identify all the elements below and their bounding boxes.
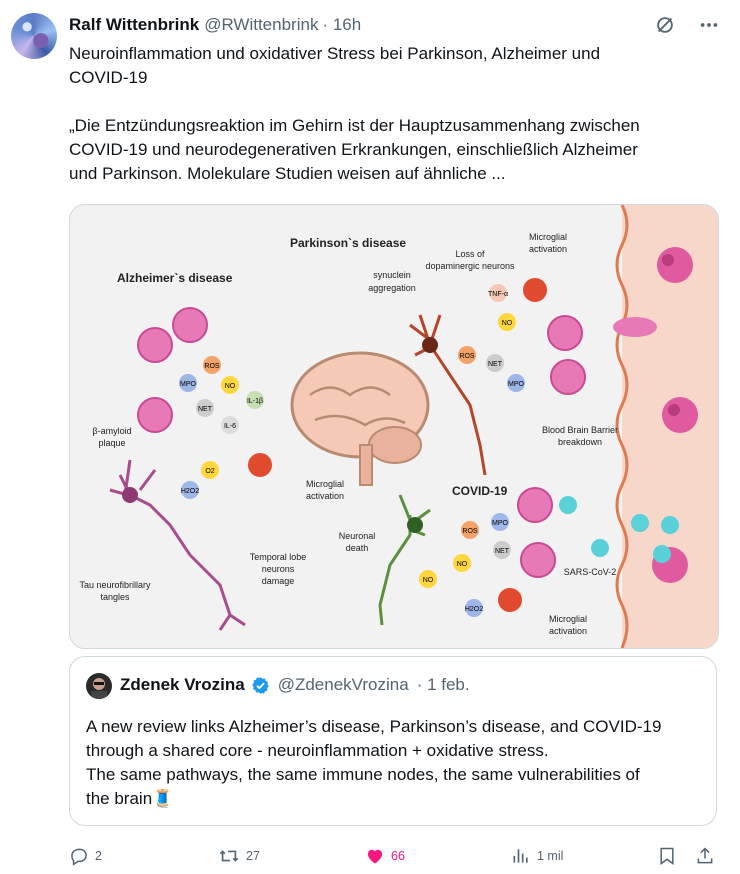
like-button[interactable]: 66 [365,842,405,870]
repost-count: 27 [246,849,260,863]
action-bar: 2 27 66 1 mil [69,842,717,870]
net-label: NET [495,548,510,555]
h2o2-label: H2O2 [181,488,199,495]
quoted-author-name: Zdenek Vrozina [120,675,245,694]
quoted-time: · 1 feb. [416,675,470,694]
loss-label-2: dopaminergic neurons [425,261,515,271]
reply-count: 2 [95,849,102,863]
quoted-text: A new review links Alzheimer’s disease, … [86,717,662,808]
neuronal-death-label-1: Neuronal [339,531,376,541]
neuronal-death-label-2: death [346,543,369,553]
temporal-lobe-label-2: neurons [262,564,295,574]
reply-button[interactable]: 2 [69,842,102,870]
temporal-lobe-label-1: Temporal lobe [250,552,307,562]
more-icon[interactable] [698,14,720,36]
covid-label: COVID-19 [452,484,508,498]
microglial-label-1: Microglial [549,614,587,624]
tweet-header: Ralf Wittenbrink @RWittenbrink · 16h [69,14,720,36]
mpo-label: MPO [492,520,509,527]
tweet-image[interactable]: ROS MPO NO NET IL-1β IL-6 O2 H2O2 TNF-α … [69,204,719,649]
tnf-label: TNF-α [488,291,508,298]
alzheimers-label: Alzheimer`s disease [117,271,233,285]
author-handle[interactable]: @RWittenbrink [204,15,318,35]
views-button[interactable]: 1 mil [511,842,563,870]
like-icon [367,849,383,864]
microglial-label-1: Microglial [306,479,344,489]
tweet-text: Neuroinflammation und oxidativer Stress … [69,44,640,183]
no-label: NO [423,577,434,584]
views-icon [513,849,528,863]
h2o2-label: H2O2 [465,606,483,613]
tau-label-2: tangles [100,592,130,602]
synuclein-label: synuclein [373,270,411,280]
share-icon [697,847,713,864]
ros-label: ROS [204,363,220,370]
repost-icon [219,850,239,862]
microglial-label-2: activation [549,626,587,636]
quoted-tweet[interactable]: Zdenek Vrozina @ZdenekVrozina · 1 feb. A… [69,656,717,826]
net-label: NET [198,406,213,413]
views-count: 1 mil [537,849,564,863]
bookmark-icon [660,847,674,865]
avatar[interactable] [11,13,57,59]
no-label: NO [457,561,468,568]
mpo-label: MPO [180,381,197,388]
beta-amyloid-label-2: plaque [98,438,125,448]
ros-label: ROS [462,528,478,535]
bookmark-button[interactable] [657,842,677,870]
beta-amyloid-label-1: β-amyloid [92,426,131,436]
no-label: NO [502,320,513,327]
aggregation-label: aggregation [368,283,416,293]
author-name[interactable]: Ralf Wittenbrink [69,15,199,35]
o2-label: O2 [205,468,214,475]
microglial-label-1: Microglial [529,232,567,242]
neuroinflammation-diagram: ROS MPO NO NET IL-1β IL-6 O2 H2O2 TNF-α … [70,205,718,648]
grok-icon[interactable] [654,14,676,36]
bbb-label-1: Blood Brain Barrier [542,425,618,435]
like-count: 66 [391,849,405,863]
repost-button[interactable]: 27 [218,842,260,870]
quoted-handle: @ZdenekVrozina [277,675,409,694]
il1b-label: IL-1β [247,398,263,405]
tau-label-1: Tau neurofibrillary [79,580,151,590]
mpo-label: MPO [508,381,525,388]
il6-label: IL-6 [224,423,236,430]
bbb-label-2: breakdown [558,437,602,447]
microglial-label-2: activation [529,244,567,254]
tweet-time[interactable]: · 16h [322,15,361,35]
no-label: NO [225,383,236,390]
quoted-avatar[interactable] [86,673,112,699]
parkinsons-label: Parkinson`s disease [290,236,406,250]
temporal-lobe-label-3: damage [262,576,295,586]
sars-cov-2-label: SARS-CoV-2 [564,567,617,577]
net-label: NET [488,361,503,368]
loss-label-1: Loss of [455,249,485,259]
reply-icon [71,848,87,866]
microglial-label-2: activation [306,491,344,501]
ros-label: ROS [459,353,475,360]
verified-icon [251,676,269,694]
share-button[interactable] [695,842,715,870]
